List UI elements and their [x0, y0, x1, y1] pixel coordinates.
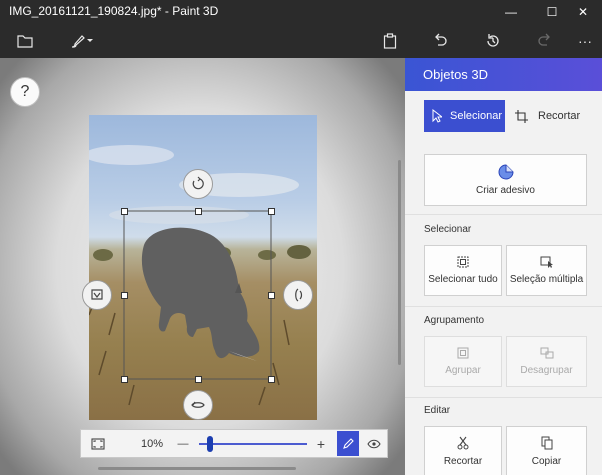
resize-handle-bottom-right[interactable] [268, 376, 275, 383]
copy-label: Copiar [531, 456, 562, 467]
rotate-vertical-icon [295, 288, 303, 302]
rotate-z-control[interactable] [183, 390, 213, 420]
depth-control[interactable] [82, 280, 112, 310]
fit-screen-button[interactable] [87, 430, 109, 457]
zoom-level: 10% [140, 437, 164, 450]
group-label: Agrupar [445, 365, 481, 376]
panel-header: Objetos 3D [405, 58, 602, 91]
select-all-icon [457, 256, 469, 268]
cut-button[interactable]: Recortar [424, 426, 502, 475]
crop-tool-button[interactable]: Recortar [509, 100, 589, 132]
divider [405, 397, 602, 398]
zoom-slider-track[interactable] [199, 443, 307, 445]
divider [405, 214, 602, 215]
copy-button[interactable]: Copiar [506, 426, 587, 475]
edit-section-title: Editar [424, 405, 451, 416]
ungroup-label: Desagrupar [520, 365, 573, 376]
copy-icon [541, 436, 552, 450]
select-section-title: Selecionar [424, 224, 472, 235]
ungroup-button[interactable]: Desagrupar [506, 336, 587, 387]
scissors-icon [457, 436, 469, 450]
resize-handle-top-left[interactable] [121, 208, 128, 215]
rotate-icon [192, 176, 204, 190]
resize-handle-left[interactable] [121, 292, 128, 299]
resize-handle-bottom-left[interactable] [121, 376, 128, 383]
zoom-slider-thumb[interactable] [206, 436, 213, 452]
rotate-y-control[interactable] [283, 280, 313, 310]
zoom-bar: 10% — + [80, 429, 388, 458]
select-tool-label: Selecionar [450, 110, 502, 122]
fit-screen-icon [91, 437, 105, 450]
rotate-x-control[interactable] [183, 169, 213, 199]
resize-handle-bottom[interactable] [195, 376, 202, 383]
crop-tool-label: Recortar [538, 110, 581, 122]
panel-title: Objetos 3D [423, 67, 489, 82]
vertical-scrollbar[interactable] [398, 160, 401, 365]
select-all-label: Selecionar tudo [428, 274, 498, 285]
group-button[interactable]: Agrupar [424, 336, 502, 387]
sticker-icon [498, 164, 514, 180]
depth-icon [91, 289, 103, 300]
multi-select-label: Seleção múltipla [509, 274, 584, 285]
create-sticker-label: Criar adesivo [476, 185, 535, 196]
eye-icon [367, 439, 381, 448]
create-sticker-button[interactable]: Criar adesivo [424, 154, 587, 206]
view-button[interactable] [364, 430, 384, 457]
resize-handle-top-right[interactable] [268, 208, 275, 215]
resize-handle-top[interactable] [195, 208, 202, 215]
zoom-in-button[interactable]: + [313, 430, 329, 457]
pencil-button[interactable] [337, 431, 359, 456]
cut-label: Recortar [443, 456, 483, 467]
side-panel: Objetos 3D Selecionar Recortar Criar ade… [405, 58, 602, 475]
multi-select-button[interactable]: Seleção múltipla [506, 245, 587, 296]
grouping-section-title: Agrupamento [424, 315, 485, 326]
crop-icon [515, 109, 528, 123]
zoom-out-button[interactable]: — [175, 430, 191, 457]
ungroup-icon [540, 347, 553, 359]
select-all-button[interactable]: Selecionar tudo [424, 245, 502, 296]
select-tool-button[interactable]: Selecionar [424, 100, 505, 132]
cursor-icon [432, 109, 442, 123]
horizontal-scrollbar[interactable] [98, 467, 296, 470]
resize-handle-right[interactable] [268, 292, 275, 299]
multi-select-icon [540, 256, 553, 268]
divider [405, 306, 602, 307]
group-icon [457, 347, 469, 359]
pencil-icon [343, 437, 354, 449]
rotate-horizontal-icon [191, 401, 205, 408]
